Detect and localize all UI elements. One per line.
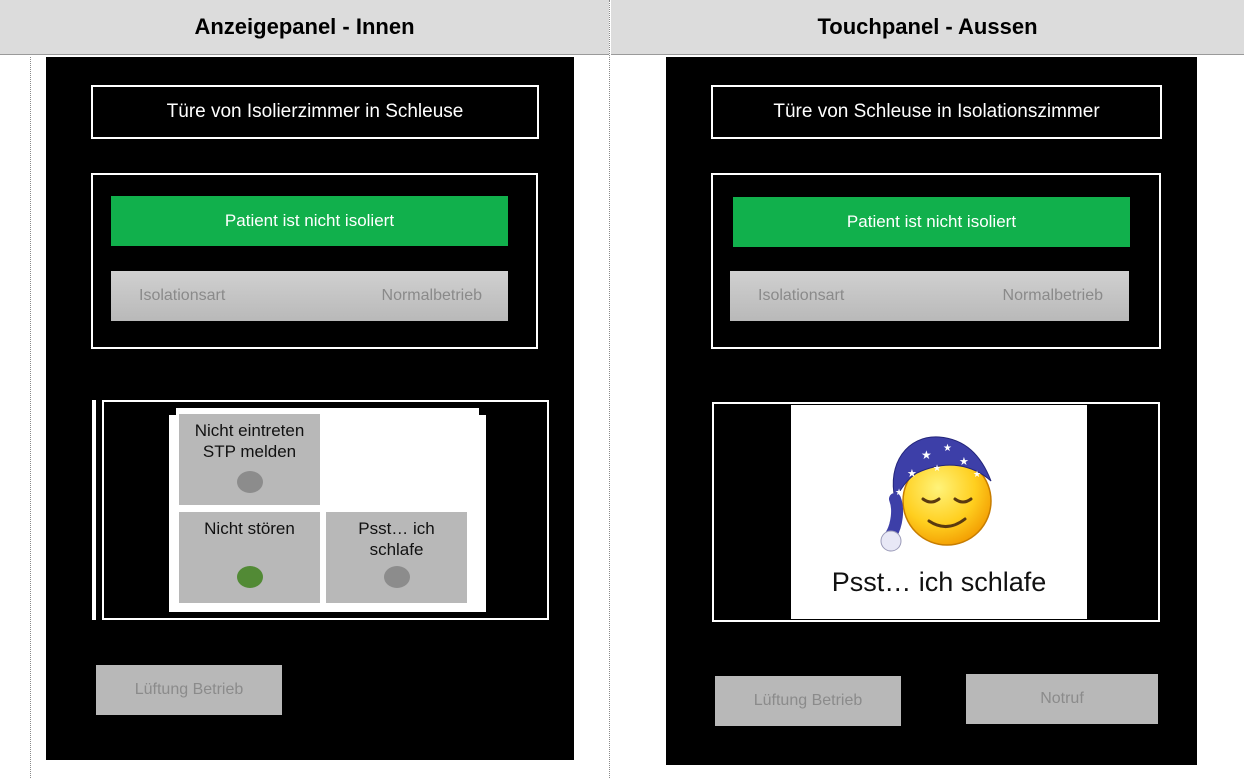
tile-do-not-enter-label: Nicht eintreten STP melden xyxy=(194,421,305,461)
tile-do-not-disturb-label: Nicht stören xyxy=(204,519,295,538)
indicator-dot-active xyxy=(236,566,263,588)
sign-frame: Nicht eintreten STP melden Nicht stören … xyxy=(102,400,549,620)
sleep-caption: Psst… ich schlafe xyxy=(831,567,1047,597)
sign-frame: ★ ★ ★ ★ ★ ★ ★ Psst… ich schlafe xyxy=(712,402,1160,622)
ventilation-button-label: Lüftung Betrieb xyxy=(753,692,863,709)
tile-do-not-enter[interactable]: Nicht eintreten STP melden xyxy=(179,414,320,505)
door-title-box: Türe von Isolierzimmer in Schleuse xyxy=(91,85,539,139)
sleeping-smiley-icon: ★ ★ ★ ★ ★ ★ ★ xyxy=(880,436,992,552)
isolation-type-button[interactable]: Isolationsart Normalbetrieb xyxy=(730,271,1129,321)
isolation-status-bar: Patient ist nicht isoliert xyxy=(111,196,508,246)
corner-mark xyxy=(169,408,176,415)
svg-text:★: ★ xyxy=(933,464,941,474)
isolation-status-box: Patient ist nicht isoliert Isolationsart… xyxy=(91,173,538,349)
indicator-dot-inactive xyxy=(236,471,263,493)
svg-text:★: ★ xyxy=(959,455,969,468)
sign-frame-left-bar xyxy=(92,400,96,620)
header-left: Anzeigepanel - Innen xyxy=(0,0,609,55)
isolation-type-value: Normalbetrieb xyxy=(381,287,482,304)
isolation-type-value: Normalbetrieb xyxy=(1002,287,1103,304)
tile-sleeping-label: Psst… ich schlafe xyxy=(358,519,435,559)
sleep-sign: ★ ★ ★ ★ ★ ★ ★ Psst… ich schlafe xyxy=(791,405,1087,619)
corner-mark xyxy=(479,408,486,415)
emergency-call-button-label: Notruf xyxy=(1040,690,1084,707)
door-title: Türe von Isolierzimmer in Schleuse xyxy=(166,101,464,122)
touch-panel-outside: Türe von Schleuse in Isolationszimmer Pa… xyxy=(666,57,1197,765)
emergency-call-button[interactable]: Notruf xyxy=(966,674,1158,724)
isolation-status-box: Patient ist nicht isoliert Isolationsart… xyxy=(711,173,1161,349)
door-title: Türe von Schleuse in Isolationszimmer xyxy=(773,101,1100,122)
ventilation-button-label: Lüftung Betrieb xyxy=(134,681,244,698)
display-panel-inside: Türe von Isolierzimmer in Schleuse Patie… xyxy=(46,57,574,760)
sign-tile-area: Nicht eintreten STP melden Nicht stören … xyxy=(169,408,486,612)
svg-text:★: ★ xyxy=(907,467,917,480)
svg-text:★: ★ xyxy=(921,448,932,462)
isolation-type-label: Isolationsart xyxy=(758,287,845,304)
svg-text:★: ★ xyxy=(973,470,981,480)
header-right: Touchpanel - Aussen xyxy=(611,0,1244,55)
svg-text:★: ★ xyxy=(943,443,952,454)
left-edge-divider xyxy=(30,57,31,778)
column-divider xyxy=(609,0,610,778)
ventilation-button[interactable]: Lüftung Betrieb xyxy=(96,665,282,715)
isolation-type-button[interactable]: Isolationsart Normalbetrieb xyxy=(111,271,508,321)
tile-sleeping[interactable]: Psst… ich schlafe xyxy=(326,512,467,603)
isolation-status-text: Patient ist nicht isoliert xyxy=(224,211,395,230)
svg-text:★: ★ xyxy=(895,488,903,498)
isolation-status-text: Patient ist nicht isoliert xyxy=(846,212,1017,231)
tile-do-not-disturb[interactable]: Nicht stören xyxy=(179,512,320,603)
door-title-box: Türe von Schleuse in Isolationszimmer xyxy=(711,85,1162,139)
ventilation-button[interactable]: Lüftung Betrieb xyxy=(715,676,901,726)
isolation-type-label: Isolationsart xyxy=(139,287,226,304)
indicator-dot-inactive xyxy=(383,566,410,588)
isolation-status-bar: Patient ist nicht isoliert xyxy=(733,197,1130,247)
